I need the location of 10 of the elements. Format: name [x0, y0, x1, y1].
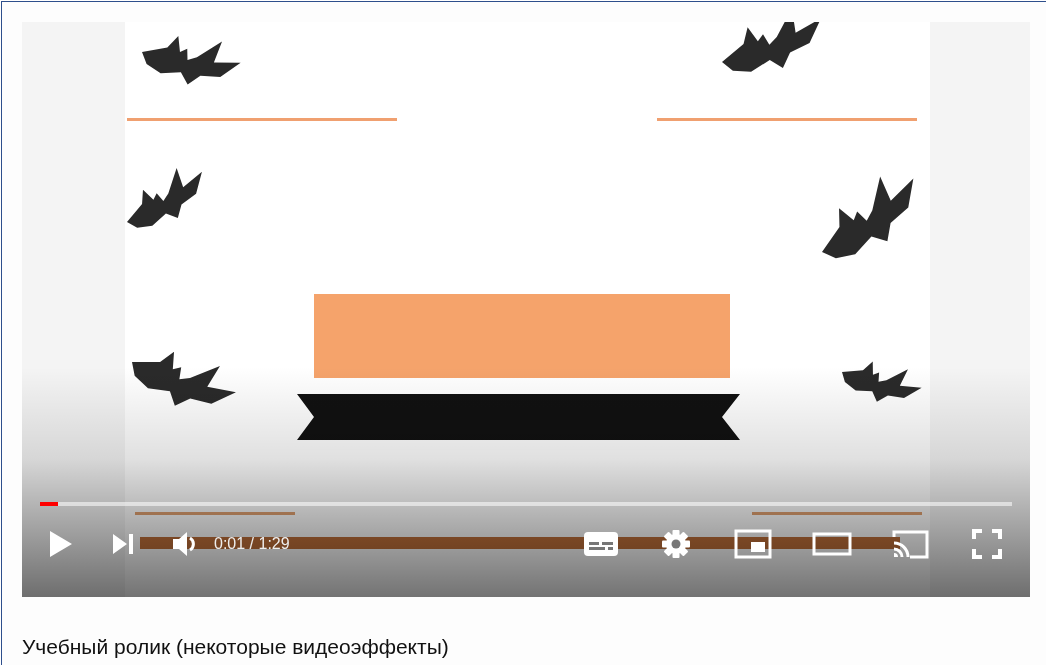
next-icon[interactable]	[112, 533, 134, 555]
play-icon[interactable]	[48, 529, 74, 559]
time-display: 0:01 / 1:29	[214, 535, 290, 553]
subtitles-icon[interactable]	[584, 532, 618, 556]
miniplayer-icon[interactable]	[734, 529, 772, 559]
theater-mode-icon[interactable]	[812, 532, 852, 556]
settings-icon[interactable]	[662, 530, 690, 558]
cast-icon[interactable]	[892, 529, 930, 559]
video-caption: Учебный ролик (некоторые видеоэффекты)	[22, 635, 449, 658]
fullscreen-icon[interactable]	[972, 529, 1002, 559]
